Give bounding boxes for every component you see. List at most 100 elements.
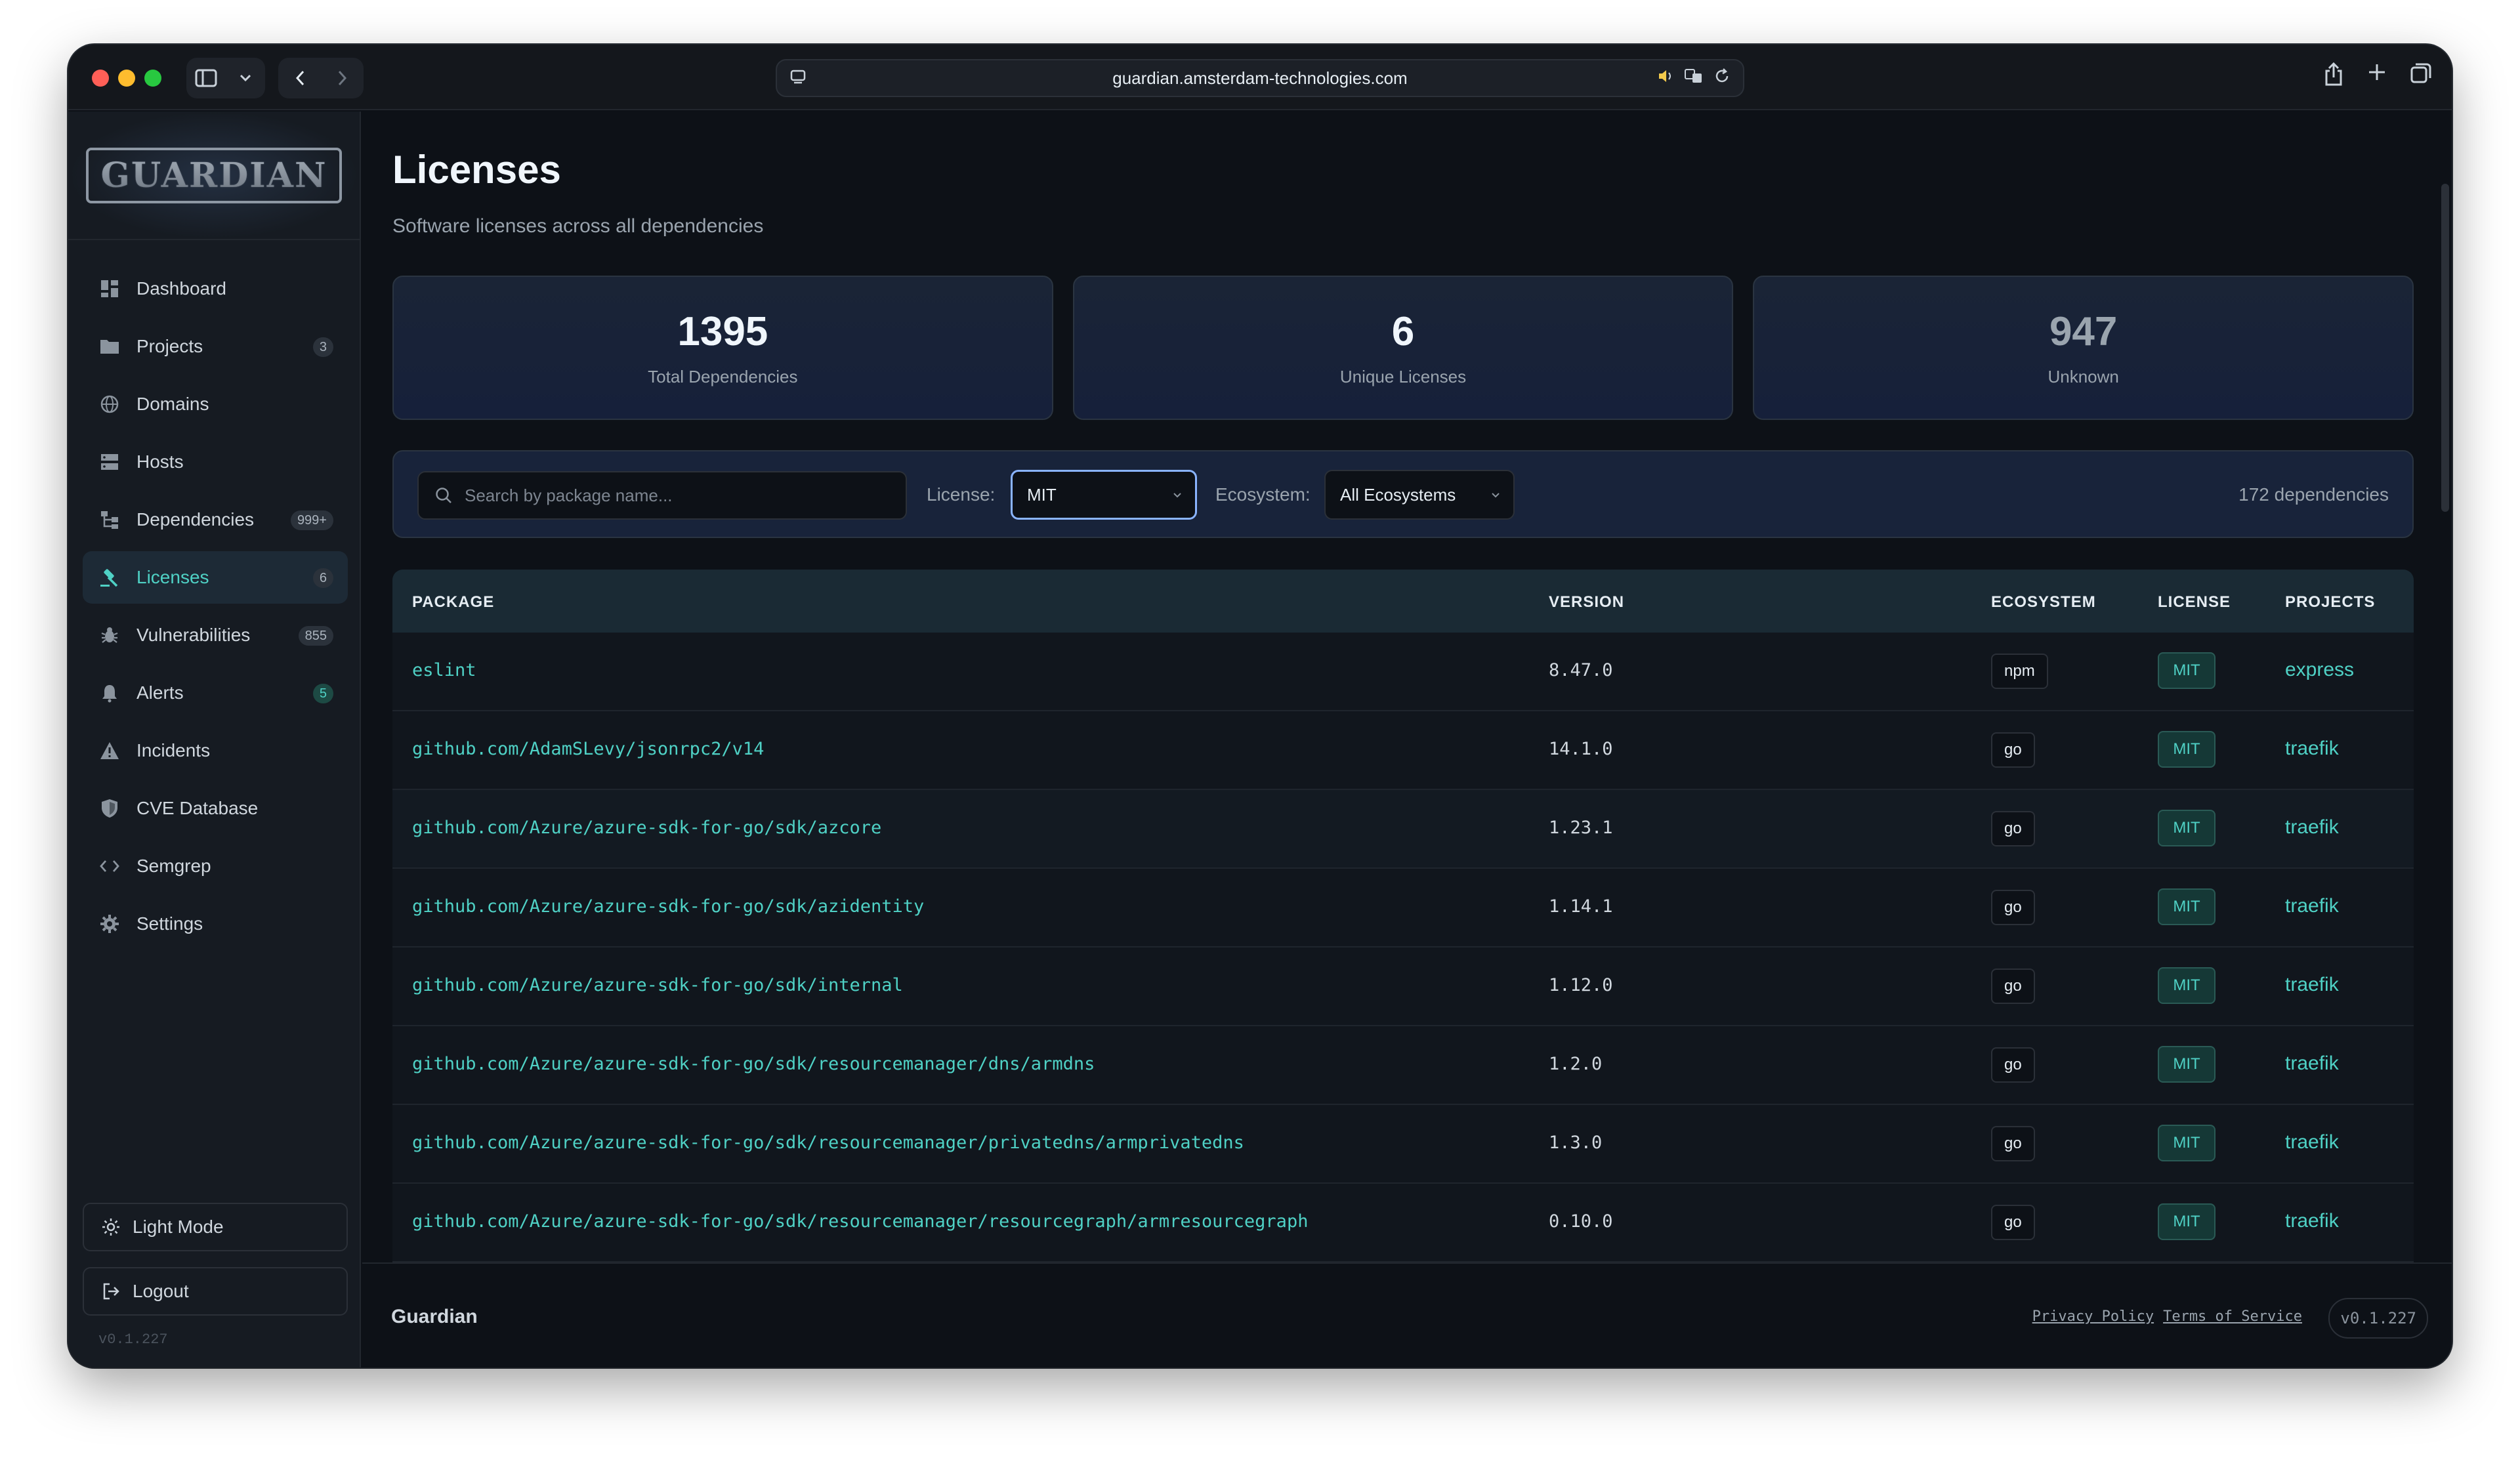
sidebar-item-incidents[interactable]: Incidents — [83, 724, 348, 777]
history-nav-group — [278, 58, 364, 98]
globe-icon — [98, 393, 121, 415]
ecosystem-badge: go — [1991, 732, 2035, 768]
package-link[interactable]: github.com/Azure/azure-sdk-for-go/sdk/az… — [412, 896, 924, 917]
license-badge: MIT — [2158, 888, 2216, 925]
scrollbar-thumb[interactable] — [2441, 184, 2449, 512]
project-link[interactable]: traefik — [2285, 1210, 2339, 1232]
zoom-window-button[interactable] — [144, 70, 161, 87]
package-link[interactable]: github.com/AdamSLevy/jsonrpc2/v14 — [412, 739, 764, 759]
sidebar-toggle-group — [186, 58, 265, 98]
sidebar-item-licenses[interactable]: Licenses 6 — [83, 551, 348, 604]
stat-card-unique-licenses: 6 Unique Licenses — [1072, 276, 1734, 420]
count-badge: 6 — [312, 568, 333, 588]
license-badge: MIT — [2158, 810, 2216, 846]
sidebar-item-label: Incidents — [136, 740, 211, 760]
sidebar-item-label: Dependencies — [136, 509, 255, 530]
sidebar-item-projects[interactable]: Projects 3 — [83, 320, 348, 373]
license-select[interactable]: MIT — [1011, 470, 1197, 520]
logout-label: Logout — [133, 1281, 189, 1301]
sidebar-item-dashboard[interactable]: Dashboard — [83, 262, 348, 315]
tab-overview-icon[interactable] — [2410, 62, 2432, 90]
table-row: github.com/Azure/azure-sdk-for-go/sdk/az… — [392, 869, 2414, 948]
chevron-down-icon — [1173, 488, 1182, 502]
ecosystem-badge: go — [1991, 1047, 2035, 1083]
address-bar[interactable]: guardian.amsterdam-technologies.com — [776, 59, 1744, 97]
sidebar-item-label: Semgrep — [136, 856, 211, 876]
column-header-license[interactable]: LICENSE — [2158, 593, 2231, 612]
package-link[interactable]: github.com/Azure/azure-sdk-for-go/sdk/az… — [412, 818, 881, 838]
version-value: 1.23.1 — [1549, 818, 1613, 838]
package-link[interactable]: eslint — [412, 660, 476, 680]
forward-button[interactable] — [326, 62, 359, 94]
column-header-package[interactable]: PACKAGE — [412, 593, 494, 612]
sidebar-toggle-button[interactable] — [190, 62, 222, 94]
stat-value: 6 — [1391, 309, 1415, 354]
light-mode-label: Light Mode — [133, 1217, 224, 1237]
project-link[interactable]: traefik — [2285, 738, 2339, 760]
sidebar-item-label: CVE Database — [136, 798, 259, 818]
license-filter-label: License: — [927, 484, 996, 505]
project-link[interactable]: express — [2285, 659, 2354, 681]
ecosystem-badge: go — [1991, 1126, 2035, 1161]
sidebar-item-domains[interactable]: Domains — [83, 378, 348, 430]
minimize-window-button[interactable] — [118, 70, 135, 87]
project-link[interactable]: traefik — [2285, 974, 2339, 996]
page-settings-icon[interactable] — [789, 68, 807, 91]
ecosystem-select[interactable]: All Ecosystems — [1324, 470, 1515, 520]
page-subtitle: Software licenses across all dependencie… — [392, 215, 764, 237]
table-row: github.com/Azure/azure-sdk-for-go/sdk/re… — [392, 1184, 2414, 1262]
column-header-ecosystem[interactable]: ECOSYSTEM — [1991, 593, 2096, 612]
sidebar-item-semgrep[interactable]: Semgrep — [83, 840, 348, 892]
logout-icon — [100, 1280, 122, 1302]
sidebar-item-label: Settings — [136, 913, 203, 934]
reload-icon[interactable] — [1713, 67, 1731, 90]
new-tab-icon[interactable] — [2366, 62, 2387, 90]
project-link[interactable]: traefik — [2285, 895, 2339, 917]
table-row: github.com/AdamSLevy/jsonrpc2/v14 14.1.0… — [392, 711, 2414, 790]
sidebar-item-vulnerabilities[interactable]: Vulnerabilities 855 — [83, 609, 348, 661]
stat-value: 1395 — [677, 309, 768, 354]
bug-icon — [98, 624, 121, 646]
project-link[interactable]: traefik — [2285, 816, 2339, 839]
table-row: github.com/Azure/azure-sdk-for-go/sdk/re… — [392, 1026, 2414, 1105]
version-value: 1.3.0 — [1549, 1133, 1603, 1153]
search-icon — [436, 488, 452, 503]
column-header-projects[interactable]: PROJECTS — [2285, 593, 2375, 612]
tab-group-dropdown-button[interactable] — [229, 62, 262, 94]
page-title: Licenses — [392, 148, 561, 192]
speaker-icon[interactable] — [1656, 67, 1675, 90]
logout-button[interactable]: Logout — [83, 1267, 348, 1316]
sidebar-item-settings[interactable]: Settings — [83, 898, 348, 950]
ecosystem-badge: go — [1991, 969, 2035, 1004]
project-link[interactable]: traefik — [2285, 1131, 2339, 1154]
search-input[interactable] — [465, 485, 872, 506]
sidebar-item-dependencies[interactable]: Dependencies 999+ — [83, 493, 348, 546]
package-link[interactable]: github.com/Azure/azure-sdk-for-go/sdk/in… — [412, 975, 903, 995]
version-value: 1.14.1 — [1549, 896, 1613, 917]
browser-toolbar: guardian.amsterdam-technologies.com — [68, 45, 2452, 110]
package-link[interactable]: github.com/Azure/azure-sdk-for-go/sdk/re… — [412, 1133, 1244, 1153]
close-window-button[interactable] — [92, 70, 109, 87]
guardian-logo[interactable]: GUARDIAN — [86, 147, 342, 203]
light-mode-button[interactable]: Light Mode — [83, 1203, 348, 1251]
stat-label: Total Dependencies — [648, 367, 798, 386]
terms-of-service-link[interactable]: Terms of Service — [2163, 1308, 2302, 1325]
sidebar-item-alerts[interactable]: Alerts 5 — [83, 667, 348, 719]
share-icon[interactable] — [2323, 62, 2344, 90]
sidebar-item-hosts[interactable]: Hosts — [83, 436, 348, 488]
privacy-policy-link[interactable]: Privacy Policy — [2032, 1308, 2154, 1325]
column-header-version[interactable]: VERSION — [1549, 593, 1624, 612]
license-select-value: MIT — [1027, 484, 1057, 505]
sidebar-item-cve-database[interactable]: CVE Database — [83, 782, 348, 835]
translate-icon[interactable] — [1684, 67, 1704, 90]
license-badge: MIT — [2158, 652, 2216, 689]
back-button[interactable] — [284, 62, 316, 94]
footer-brand: Guardian — [391, 1306, 478, 1327]
logo-area: GUARDIAN — [68, 112, 360, 240]
package-link[interactable]: github.com/Azure/azure-sdk-for-go/sdk/re… — [412, 1054, 1095, 1074]
project-link[interactable]: traefik — [2285, 1052, 2339, 1075]
search-box — [417, 471, 907, 520]
count-badge: 5 — [312, 684, 333, 703]
sidebar: GUARDIAN Dashboard Projects 3 Domains Ho… — [68, 112, 361, 1367]
package-link[interactable]: github.com/Azure/azure-sdk-for-go/sdk/re… — [412, 1211, 1308, 1232]
